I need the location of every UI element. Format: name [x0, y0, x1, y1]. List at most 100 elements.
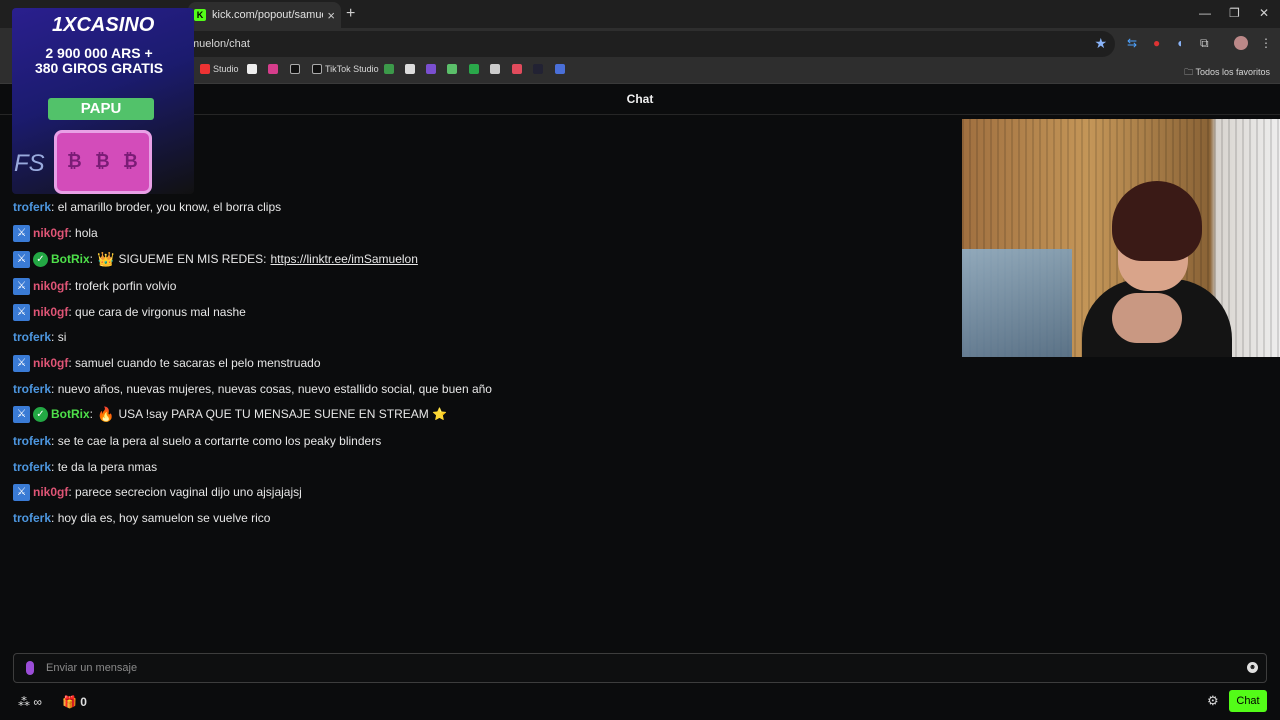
chat-message: ⚔ nik0gf: troferk porfin volvio	[13, 275, 176, 297]
bookmark-shortcut[interactable]	[447, 64, 457, 74]
emoji-picker-icon[interactable]: ☻	[1247, 662, 1258, 673]
chat-username[interactable]: BotRix	[51, 407, 90, 421]
chat-message: troferk: si	[13, 330, 67, 344]
tab-kick-chat[interactable]: K kick.com/popout/samuelon/ch ×	[188, 2, 341, 28]
chat-text: USA !say PARA QUE TU MENSAJE SUENE EN ST…	[118, 407, 448, 421]
bookmark-icon	[533, 64, 543, 74]
bookmark-icon	[405, 64, 415, 74]
bookmark-shortcut[interactable]	[469, 64, 479, 74]
moderator-sword-icon: ⚔	[13, 303, 30, 321]
chat-username[interactable]: troferk	[13, 511, 51, 525]
points-icon: ⁂	[18, 695, 34, 709]
bookmark-shortcut[interactable]	[533, 64, 543, 74]
points-value: ∞	[33, 695, 42, 709]
chat-text: hola	[75, 226, 98, 240]
chat-message: troferk: te da la pera nmas	[13, 460, 158, 474]
url-text: muelon/chat	[190, 38, 250, 50]
moderator-sword-icon: ⚔	[13, 354, 30, 372]
youtube-icon	[200, 64, 210, 74]
bookmark-tiktok-studio[interactable]: TikTok Studio	[312, 64, 379, 74]
kick-favicon-icon: K	[194, 9, 206, 21]
close-tab-icon[interactable]: ×	[327, 8, 335, 23]
chat-username[interactable]: troferk	[13, 330, 51, 344]
microphone-icon[interactable]	[26, 661, 34, 675]
chat-message: ⚔ nik0gf: samuel cuando te sacaras el pe…	[13, 352, 321, 374]
verified-check-icon: ✓	[33, 251, 48, 267]
bookmark-shortcut[interactable]	[426, 64, 436, 74]
moderator-sword-icon: ⚔	[13, 224, 30, 242]
slot-machine-icon: ₿ ₿ ₿	[54, 130, 152, 194]
chat-text: nuevo años, nuevas mujeres, nuevas cosas…	[57, 382, 492, 396]
bookmark-shortcut[interactable]	[405, 64, 415, 74]
chat-username[interactable]: nik0gf	[33, 279, 68, 293]
bookmark-studio[interactable]: Studio	[200, 64, 239, 74]
ad-promo-line: 2 900 000 ARS +	[45, 45, 153, 61]
drive-icon	[384, 64, 394, 74]
bookmark-icon	[469, 64, 479, 74]
gift-count: 0	[80, 695, 87, 709]
chat-message: troferk: hoy dia es, hoy samuelon se vue…	[13, 511, 271, 525]
fire-emote: 🔥	[97, 405, 115, 422]
tab-title: kick.com/popout/samuelon/ch	[212, 9, 323, 21]
gift-counter[interactable]: 🎁 0	[62, 695, 87, 709]
chat-send-button[interactable]: Chat	[1229, 690, 1267, 712]
ad-corner-text: FS	[14, 150, 45, 177]
bookmark-star-icon[interactable]: ★	[1094, 35, 1107, 52]
ad-cta-button[interactable]: PAPU	[48, 98, 154, 120]
chat-footer: ⁂ ∞ 🎁 0 ⚙ Chat	[0, 688, 1280, 720]
moderator-sword-icon: ⚔	[13, 405, 30, 423]
chat-username[interactable]: troferk	[13, 434, 51, 448]
message-input[interactable]	[46, 659, 1226, 677]
chat-username[interactable]: nik0gf	[33, 356, 68, 370]
casino-ad-overlay[interactable]: 1XCASINO 2 900 000 ARS + 380 GIROS GRATI…	[12, 8, 194, 194]
chat-settings-gear-icon[interactable]: ⚙	[1207, 693, 1219, 709]
moderator-sword-icon: ⚔	[13, 483, 30, 501]
chat-text: si	[57, 330, 67, 344]
chat-message: ⚔ ✓ BotRix: 🔥 USA !say PARA QUE TU MENSA…	[13, 403, 447, 425]
message-input-bar: ☻	[13, 653, 1267, 683]
menu-kebab-icon[interactable]: ⋮	[1260, 36, 1272, 50]
all-favorites-folder[interactable]: 🗀 Todos los favoritos	[1184, 65, 1270, 81]
chat-username[interactable]: nik0gf	[33, 226, 68, 240]
chat-username[interactable]: troferk	[13, 382, 51, 396]
chat-username[interactable]: BotRix	[51, 252, 90, 266]
bookmark-shortcut[interactable]	[555, 64, 565, 74]
chat-username[interactable]: nik0gf	[33, 305, 68, 319]
chat-text: SIGUEME EN MIS REDES:	[118, 252, 267, 266]
minimize-icon[interactable]: —	[1199, 6, 1211, 20]
bookmark-icon	[555, 64, 565, 74]
chat-username[interactable]: troferk	[13, 200, 51, 214]
chat-username[interactable]: nik0gf	[33, 485, 68, 499]
instagram-icon	[268, 64, 278, 74]
bookmark-shortcut[interactable]	[512, 64, 522, 74]
close-window-icon[interactable]: ✕	[1259, 6, 1269, 20]
url-field[interactable]: muelon/chat ★	[180, 31, 1115, 57]
restore-icon[interactable]: ❐	[1229, 6, 1240, 20]
bookmark-label: TikTok Studio	[325, 64, 379, 74]
translate-extension-icon[interactable]: ⇆	[1127, 36, 1137, 50]
chat-message: troferk: nuevo años, nuevas mujeres, nue…	[13, 382, 492, 396]
bookmark-tiktok[interactable]	[290, 64, 300, 74]
extension-icon[interactable]: ●	[1153, 36, 1160, 50]
moderator-sword-icon: ⚔	[13, 250, 30, 268]
extensions-puzzle-icon[interactable]: ⧉	[1200, 36, 1209, 51]
bookmark-instagram[interactable]	[268, 64, 278, 74]
bookmark-shortcut[interactable]	[490, 64, 500, 74]
chat-message: ⚔ nik0gf: que cara de virgonus mal nashe	[13, 301, 246, 323]
tiktok-icon	[290, 64, 300, 74]
bookmark-label: Studio	[213, 64, 239, 74]
tiktok-studio-icon	[312, 64, 322, 74]
chat-text: troferk porfin volvio	[75, 279, 177, 293]
bookmark-x[interactable]	[247, 64, 257, 74]
new-tab-icon[interactable]: +	[346, 5, 355, 23]
chat-text: que cara de virgonus mal nashe	[75, 305, 246, 319]
verified-check-icon: ✓	[33, 406, 48, 422]
chat-username[interactable]: troferk	[13, 460, 51, 474]
audio-extension-icon[interactable]: ◖	[1176, 36, 1183, 50]
chat-link[interactable]: https://linktr.ee/imSamuelon	[270, 252, 417, 266]
profile-avatar[interactable]	[1234, 36, 1248, 50]
bookmark-drive[interactable]	[384, 64, 394, 74]
chat-message: troferk: se te cae la pera al suelo a co…	[13, 434, 382, 448]
channel-points[interactable]: ⁂ ∞	[18, 695, 42, 709]
chat-text: samuel cuando te sacaras el pelo menstru…	[75, 356, 321, 370]
